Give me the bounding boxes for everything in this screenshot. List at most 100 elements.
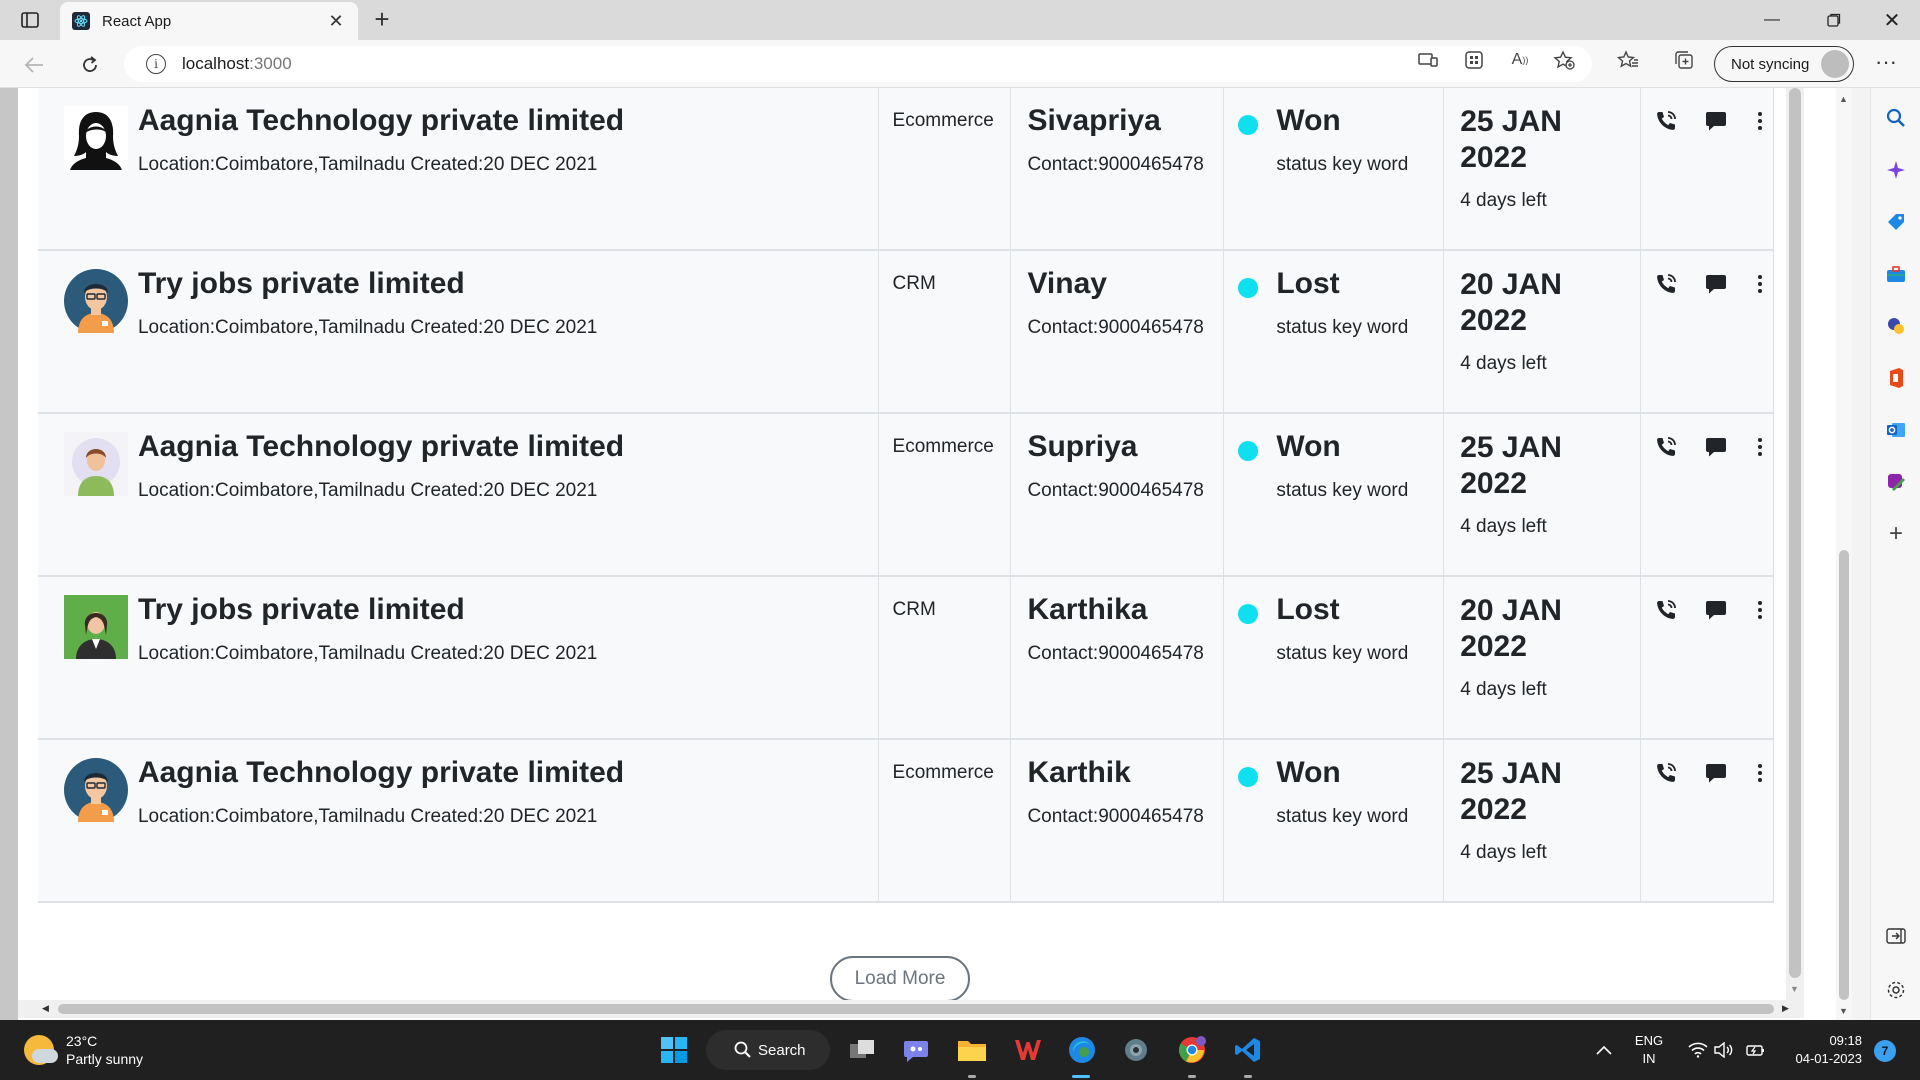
company-name[interactable]: Aagnia Technology private limited — [138, 430, 624, 464]
more-options-icon[interactable] — [1747, 597, 1773, 623]
browser-tab[interactable]: React App ✕ — [60, 2, 358, 40]
volume-icon[interactable] — [1708, 1034, 1740, 1066]
search-icon[interactable] — [1884, 106, 1908, 130]
phone-call-icon[interactable] — [1653, 760, 1679, 786]
explorer-running-indicator — [968, 1075, 976, 1078]
scroll-down-arrow-icon[interactable]: ▼ — [1790, 984, 1799, 994]
favorites-icon[interactable] — [1616, 48, 1640, 72]
company-name[interactable]: Aagnia Technology private limited — [138, 104, 624, 138]
new-tab-button[interactable]: + — [368, 6, 396, 34]
hide-sidebar-icon[interactable] — [1884, 924, 1908, 948]
read-aloud-icon[interactable]: A)) — [1508, 48, 1532, 72]
office-icon[interactable] — [1884, 366, 1908, 390]
load-more-button[interactable]: Load More — [830, 956, 970, 1002]
windows-start-icon[interactable] — [658, 1034, 690, 1066]
contact-number: Contact:9000465478 — [1027, 806, 1204, 827]
taskbar-search-button[interactable]: Search — [706, 1030, 830, 1070]
edge-browser-icon[interactable] — [1066, 1034, 1098, 1066]
company-name[interactable]: Try jobs private limited — [138, 267, 465, 301]
company-name[interactable]: Aagnia Technology private limited — [138, 756, 624, 790]
games-icon[interactable] — [1884, 314, 1908, 338]
contact-number: Contact:9000465478 — [1027, 154, 1204, 175]
close-window-button[interactable]: ✕ — [1864, 0, 1920, 40]
system-clock[interactable]: 09:18 04-01-2023 — [1782, 1032, 1863, 1068]
status-keyword: status key word — [1276, 806, 1409, 827]
status-cell: Won status key word — [1224, 740, 1445, 901]
refresh-icon[interactable] — [74, 49, 106, 81]
profile-sync-button[interactable]: Not syncing — [1714, 46, 1854, 82]
browser-menu-icon[interactable]: ··· — [1870, 49, 1902, 81]
settings-gear-icon[interactable] — [1120, 1034, 1152, 1066]
outer-scroll-thumb[interactable] — [1839, 550, 1849, 1000]
add-sidebar-app-icon[interactable]: + — [1884, 520, 1908, 547]
more-options-icon[interactable] — [1747, 271, 1773, 297]
extensions-grid-icon[interactable] — [1462, 48, 1486, 72]
vscode-icon[interactable] — [1232, 1034, 1264, 1066]
copilot-sparkle-icon[interactable] — [1884, 158, 1908, 182]
more-options-icon[interactable] — [1747, 760, 1773, 786]
sync-label: Not syncing — [1731, 55, 1810, 73]
teams-chat-icon[interactable] — [900, 1034, 932, 1066]
man-glasses-avatar — [64, 758, 128, 822]
minimize-button[interactable]: — — [1744, 0, 1800, 40]
show-hidden-icons-chevron-up-icon[interactable] — [1588, 1034, 1620, 1066]
page-vertical-scrollbar[interactable]: ▼ — [1786, 88, 1804, 1000]
notification-badge[interactable]: 7 — [1874, 1040, 1896, 1062]
category-label: Ecommerce — [892, 110, 994, 131]
message-chat-icon[interactable] — [1703, 271, 1729, 297]
company-cell: Try jobs private limited Location:Coimba… — [138, 577, 879, 738]
phone-call-icon[interactable] — [1653, 597, 1679, 623]
url-bar[interactable]: i localhost:3000 — [124, 46, 1592, 82]
message-chat-icon[interactable] — [1703, 434, 1729, 460]
file-explorer-icon[interactable] — [956, 1034, 988, 1066]
designer-icon[interactable] — [1884, 470, 1908, 494]
shopping-tag-icon[interactable] — [1884, 210, 1908, 234]
outer-scroll-down-icon[interactable]: ▼ — [1839, 1006, 1848, 1016]
chrome-icon[interactable] — [1176, 1034, 1208, 1066]
company-name[interactable]: Try jobs private limited — [138, 593, 465, 627]
tab-close-icon[interactable]: ✕ — [326, 11, 346, 32]
collections-icon[interactable] — [1672, 48, 1696, 72]
phone-call-icon[interactable] — [1653, 271, 1679, 297]
back-arrow-icon[interactable] — [18, 49, 50, 81]
weather-widget[interactable]: 23°C Partly sunny — [24, 1032, 143, 1068]
phone-call-icon[interactable] — [1653, 434, 1679, 460]
contact-person-name: Karthik — [1027, 756, 1131, 789]
outlook-icon[interactable] — [1884, 418, 1908, 442]
sidebar-settings-gear-icon[interactable] — [1884, 978, 1908, 1002]
message-chat-icon[interactable] — [1703, 597, 1729, 623]
react-favicon-icon — [72, 12, 90, 30]
more-options-icon[interactable] — [1747, 108, 1773, 134]
scroll-right-arrow-icon[interactable]: ▶ — [1782, 1003, 1789, 1014]
task-view-icon[interactable] — [846, 1034, 878, 1066]
input-language-indicator[interactable]: ENG IN — [1632, 1032, 1666, 1068]
browser-vertical-scrollbar[interactable]: ▲ ▼ — [1836, 88, 1852, 1022]
app-available-icon[interactable] — [1416, 48, 1440, 72]
company-cell: Aagnia Technology private limited Locati… — [138, 88, 879, 249]
outer-scroll-up-icon[interactable]: ▲ — [1839, 94, 1848, 104]
status-label: Won — [1276, 430, 1341, 463]
tab-actions-icon[interactable] — [18, 8, 42, 32]
more-options-icon[interactable] — [1747, 434, 1773, 460]
battery-icon[interactable] — [1740, 1034, 1772, 1066]
tools-briefcase-icon[interactable] — [1884, 262, 1908, 286]
message-chat-icon[interactable] — [1703, 108, 1729, 134]
page-scroll-thumb[interactable] — [1789, 88, 1801, 978]
add-favorite-icon[interactable] — [1552, 48, 1576, 72]
table-row: Aagnia Technology private limited Locati… — [38, 414, 1773, 577]
message-chat-icon[interactable] — [1703, 760, 1729, 786]
status-keyword: status key word — [1276, 317, 1409, 338]
address-bar-area: i localhost:3000 A)) Not syncing ··· — [0, 40, 1920, 88]
woman-silhouette-avatar — [64, 106, 128, 170]
scroll-left-arrow-icon[interactable]: ◀ — [42, 1003, 49, 1014]
partly-sunny-icon — [24, 1035, 58, 1065]
edge-sidebar: + — [1870, 88, 1920, 1020]
wps-office-icon[interactable] — [1012, 1034, 1044, 1066]
horizontal-scrollbar[interactable]: ◀ ▶ — [18, 1000, 1804, 1018]
status-cell: Won status key word — [1224, 414, 1445, 575]
restore-button[interactable] — [1806, 0, 1862, 40]
profile-avatar-icon — [1821, 50, 1849, 78]
site-info-icon[interactable]: i — [146, 54, 166, 74]
horizontal-scroll-thumb[interactable] — [58, 1004, 1774, 1014]
phone-call-icon[interactable] — [1653, 108, 1679, 134]
